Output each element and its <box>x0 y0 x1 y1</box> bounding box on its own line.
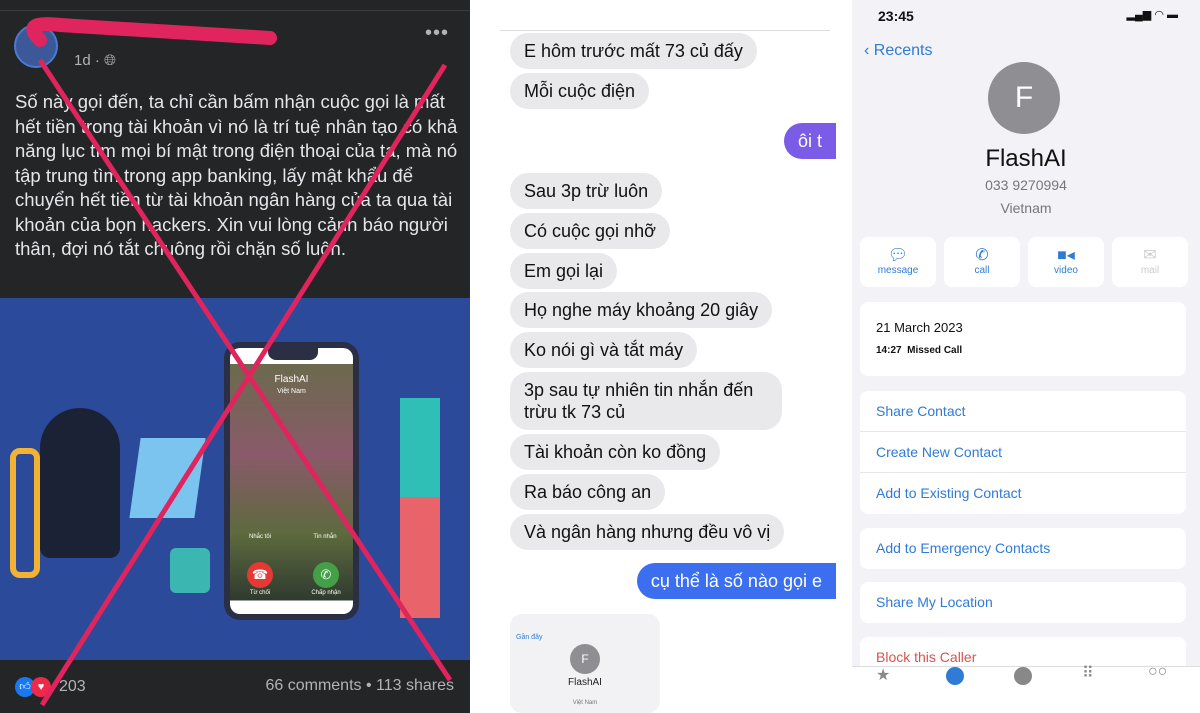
message-bubble: 3p sau tự nhiên tin nhắn đến trừu tk 73 … <box>510 372 782 430</box>
hacker-figure <box>40 408 120 558</box>
globe-icon: 🌐︎ <box>104 52 117 69</box>
wifi-icon: ◠ <box>1154 9 1164 21</box>
post-illustration[interactable]: FlashAI Việt Nam Nhắc tôi Tin nhắn ☎ ✆ T… <box>0 298 470 660</box>
voicemail-tab-icon[interactable]: ○○ <box>1148 663 1167 681</box>
message-bubble-sent: cụ thể là số nào gọi e <box>636 563 836 599</box>
location-card: Share My Location <box>860 582 1186 623</box>
more-options-button[interactable]: ••• <box>425 22 449 45</box>
decline-label: Từ chối <box>249 590 271 596</box>
laptop-icon <box>129 438 206 518</box>
post-text: Số này gọi đến, ta chỉ cần bấm nhận cuộc… <box>15 91 458 259</box>
comments-shares[interactable]: 66 comments • 113 shares <box>265 677 454 695</box>
accept-button[interactable]: ✆ <box>313 562 339 588</box>
remind-label: Nhắc tôi <box>248 534 271 540</box>
contact-name: FlashAI <box>985 145 1067 172</box>
share-contact-button[interactable]: Share Contact <box>860 391 1186 432</box>
x-stroke <box>26 17 277 47</box>
message-bubble: Tài khoản còn ko đồng <box>510 434 721 470</box>
message-bubble: Em gọi lại <box>510 253 618 289</box>
contact-avatar: F <box>988 62 1060 134</box>
favorites-tab-icon[interactable]: ★ <box>876 665 890 685</box>
chair-icon <box>10 448 40 578</box>
screenshot-thumbnail[interactable]: Gần đây F FlashAI Việt Nam <box>510 614 660 713</box>
post-footer: 👍︎ ♥ 203 66 comments • 113 shares <box>0 660 470 713</box>
facebook-post-panel: 1d · 🌐︎ ••• Số này gọi đến, ta chỉ cần b… <box>0 0 470 713</box>
status-time: 23:45 <box>878 8 914 24</box>
post-timestamp: 1d · <box>74 52 100 69</box>
contact-number: 033 9270994 <box>985 177 1067 193</box>
message-button[interactable]: 💬︎ message <box>860 237 936 287</box>
message-bubble: Có cuộc gọi nhỡ <box>510 213 670 249</box>
message-bubble: Mỗi cuộc điện <box>510 73 650 109</box>
call-type: Missed Call <box>907 345 963 356</box>
mail-icon: ✉ <box>1143 247 1157 264</box>
message-bubble: Ko nói gì và tắt máy <box>510 332 698 368</box>
recents-tab-icon[interactable] <box>946 667 964 685</box>
message-bubble: Ra báo công an <box>510 474 666 510</box>
person-figure <box>400 398 440 618</box>
message-bubble: Họ nghe máy khoảng 20 giây <box>510 292 773 328</box>
post-meta: 1d · 🌐︎ <box>74 52 116 69</box>
mail-button[interactable]: ✉ mail <box>1112 237 1188 287</box>
message-bubble: E hôm trước mất 73 củ đấy <box>510 33 757 69</box>
chat-panel: E hôm trước mất 73 củ đấy Mỗi cuộc điện … <box>470 0 852 713</box>
message-label: Tin nhắn <box>313 534 337 540</box>
call-time: 14:27 <box>876 345 902 356</box>
divider <box>0 10 470 11</box>
thumb-country: Việt Nam <box>572 700 598 706</box>
back-button[interactable]: ‹ Recents <box>864 42 932 60</box>
caller-name: FlashAI <box>274 374 309 385</box>
add-to-existing-contact-button[interactable]: Add to Existing Contact <box>860 473 1186 514</box>
call-date: 21 March 2023 <box>876 320 963 335</box>
phone-icon: ✆ <box>975 247 989 264</box>
status-icons: ▂▄▆ ◠ ▬ <box>1127 8 1178 21</box>
keypad-tab-icon[interactable]: ⠿ <box>1082 663 1094 683</box>
incoming-call-phone: FlashAI Việt Nam Nhắc tôi Tin nhắn ☎ ✆ T… <box>224 342 359 620</box>
action-label: call <box>974 265 990 276</box>
contact-options-card: Share Contact Create New Contact Add to … <box>860 391 1186 514</box>
action-label: mail <box>1140 265 1160 276</box>
reaction-count: 203 <box>59 678 86 695</box>
create-new-contact-button[interactable]: Create New Contact <box>860 432 1186 473</box>
message-icon: 💬︎ <box>887 247 909 264</box>
chevron-left-icon: ‹ <box>864 42 874 59</box>
battery-icon: ▬ <box>1167 9 1178 21</box>
call-history-card: 21 March 2023 14:27 Missed Call <box>860 302 1186 376</box>
lock-icon <box>170 548 210 593</box>
decline-button[interactable]: ☎ <box>247 562 273 588</box>
action-label: message <box>877 265 919 276</box>
contact-panel: 23:45 ▂▄▆ ◠ ▬ ‹ Recents F FlashAI 033 92… <box>852 0 1200 713</box>
thumb-name: FlashAI <box>568 677 602 688</box>
divider <box>500 30 830 31</box>
action-label: video <box>1054 265 1078 276</box>
thumb-back: Gần đây <box>516 634 543 641</box>
contact-country: Vietnam <box>1000 200 1052 216</box>
accept-label: Chấp nhận <box>311 590 341 596</box>
signal-icon: ▂▄▆ <box>1126 9 1152 21</box>
heart-icon: ♥ <box>31 677 51 697</box>
tab-bar: ★ ⠿ ○○ <box>852 663 1200 713</box>
back-label: Recents <box>873 42 933 59</box>
call-button[interactable]: ✆ call <box>944 237 1020 287</box>
video-button[interactable]: ■◂ video <box>1028 237 1104 287</box>
reactions[interactable]: 👍︎ ♥ 203 <box>15 677 86 697</box>
share-my-location-button[interactable]: Share My Location <box>860 582 1186 623</box>
video-icon: ■◂ <box>1057 247 1075 264</box>
thumb-avatar: F <box>570 644 600 674</box>
add-to-emergency-contacts-button[interactable]: Add to Emergency Contacts <box>860 528 1186 569</box>
emergency-card: Add to Emergency Contacts <box>860 528 1186 569</box>
message-bubble: Và ngân hàng nhưng đều vô vị <box>510 514 785 550</box>
message-bubble-sent: ôi t <box>783 123 836 159</box>
message-bubble: Sau 3p trừ luôn <box>510 173 663 209</box>
contacts-tab-icon[interactable] <box>1014 667 1032 685</box>
avatar[interactable] <box>14 24 58 68</box>
caller-country: Việt Nam <box>277 388 306 395</box>
phone-notch <box>268 348 318 360</box>
